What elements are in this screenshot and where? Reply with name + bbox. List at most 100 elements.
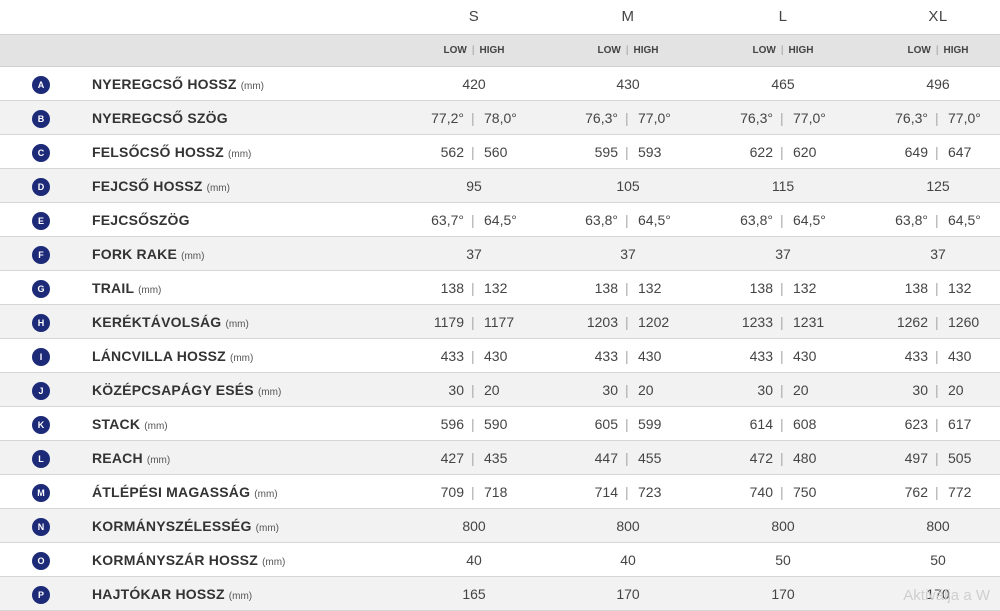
measurement-label: STACK [92,416,141,432]
low-value: 472 [749,450,773,466]
value-separator: | [935,484,939,500]
measurement-label: FEJCSŐ HOSSZ [92,178,203,194]
low-value: 562 [440,144,464,160]
value-cell: 40 [620,552,636,568]
table-row: J KÖZÉPCSAPÁGY ESÉS (mm) 30 | 20 30 | 20 30 | 20 30… [0,373,1000,407]
measurement-unit: (mm) [255,523,279,534]
value-cell: 125 [926,178,950,194]
high-value: 430 [484,348,508,364]
row-letter-badge: M [32,484,50,502]
measurement-label: ÁTLÉPÉSI MAGASSÁG [92,484,251,500]
high-label: HIGH [788,45,814,56]
value-separator: | [471,450,475,466]
value-separator: | [935,110,939,126]
high-value: 77,0° [948,110,981,126]
value-separator: | [625,450,629,466]
table-row: F FORK RAKE (mm) 37 37 37 37 [0,237,1000,271]
table-row: D FEJCSŐ HOSSZ (mm) 95 105 115 125 [0,169,1000,203]
low-value: 497 [904,450,928,466]
low-value: 138 [594,280,618,296]
low-value: 76,3° [895,110,928,126]
row-letter-badge: H [32,314,50,332]
low-value: 709 [440,484,464,500]
measurement-name: TRAIL (mm) [92,280,161,296]
measurement-label: REACH [92,450,143,466]
low-value: 596 [440,416,464,432]
table-row: M ÁTLÉPÉSI MAGASSÁG (mm) 709 | 718 714 | 723 740… [0,475,1000,509]
high-value: 1177 [484,314,515,330]
value-separator: | [625,212,629,228]
value-separator: | [780,212,784,228]
low-value: 138 [440,280,464,296]
value-separator: | [625,314,629,330]
row-letter-badge: N [32,518,50,536]
high-value: 132 [948,280,972,296]
high-label: HIGH [479,45,505,56]
size-label-m: M [621,8,635,25]
value-separator: | [935,314,939,330]
measurement-unit: (mm) [228,591,253,602]
value-cell: 465 [771,76,795,92]
measurement-label: KÖZÉPCSAPÁGY ESÉS [92,382,254,398]
high-value: 430 [948,348,972,364]
table-row: A NYEREGCSŐ HOSSZ (mm) 420 430 465 496 [0,67,1000,101]
value-separator: | [625,382,629,398]
high-value: 64,5° [484,212,517,228]
low-value: 433 [594,348,618,364]
high-value: 132 [484,280,508,296]
measurement-name: LÁNCVILLA HOSSZ (mm) [92,348,253,364]
value-separator: | [625,144,629,160]
value-separator: | [780,110,784,126]
value-separator: | [935,280,939,296]
row-letter-badge: I [32,348,50,366]
low-value: 1233 [741,314,773,330]
value-separator: | [625,416,629,432]
measurement-label: KERÉKTÁVOLSÁG [92,314,222,330]
low-label: LOW [443,45,467,56]
high-label: HIGH [943,45,969,56]
high-value: 617 [948,416,972,432]
value-cell: 37 [466,246,482,262]
measurement-label: KORMÁNYSZÉLESSÉG [92,518,252,534]
low-value: 433 [749,348,773,364]
measurement-name: KORMÁNYSZÉLESSÉG (mm) [92,518,279,534]
measurement-label: FELSŐCSŐ HOSSZ [92,144,224,160]
high-value: 64,5° [948,212,981,228]
value-cell: 800 [616,518,640,534]
high-value: 1260 [948,314,980,330]
value-separator: | [780,348,784,364]
measurement-unit: (mm) [181,251,205,262]
row-letter-badge: J [32,382,50,400]
value-separator: | [471,484,475,500]
high-value: 78,0° [484,110,517,126]
table-row: K STACK (mm) 596 | 590 605 | 599 614 | 608 623 | 617 [0,407,1000,441]
low-label: LOW [752,45,776,56]
high-value: 620 [793,144,817,160]
low-value: 77,2° [431,110,464,126]
measurement-name: STACK (mm) [92,416,168,432]
measurement-unit: (mm) [206,183,230,194]
high-value: 20 [484,382,500,398]
low-high-label: LOW | HIGH [444,45,505,56]
value-cell: 800 [771,518,795,534]
measurement-label: NYEREGCSŐ SZÖG [92,110,228,126]
row-letter-badge: F [32,246,50,264]
windows-activation-watermark: Aktiválja a W [903,587,990,604]
value-separator: | [780,314,784,330]
low-value: 740 [749,484,773,500]
measurement-name: FELSŐCSŐ HOSSZ (mm) [92,144,251,160]
high-value: 132 [793,280,817,296]
measurement-name: FEJCSŐSZÖG [92,212,190,228]
measurement-unit: (mm) [230,353,254,364]
row-letter-badge: P [32,586,50,604]
table-row: H KERÉKTÁVOLSÁG (mm) 1179 | 1177 1203 | 1202 123… [0,305,1000,339]
measurement-unit: (mm) [144,421,168,432]
value-separator: | [935,382,939,398]
high-value: 430 [638,348,662,364]
measurement-unit: (mm) [262,557,286,568]
low-value: 762 [904,484,928,500]
high-value: 593 [638,144,662,160]
value-separator: | [471,212,475,228]
measurement-unit: (mm) [138,285,162,296]
low-value: 649 [904,144,928,160]
